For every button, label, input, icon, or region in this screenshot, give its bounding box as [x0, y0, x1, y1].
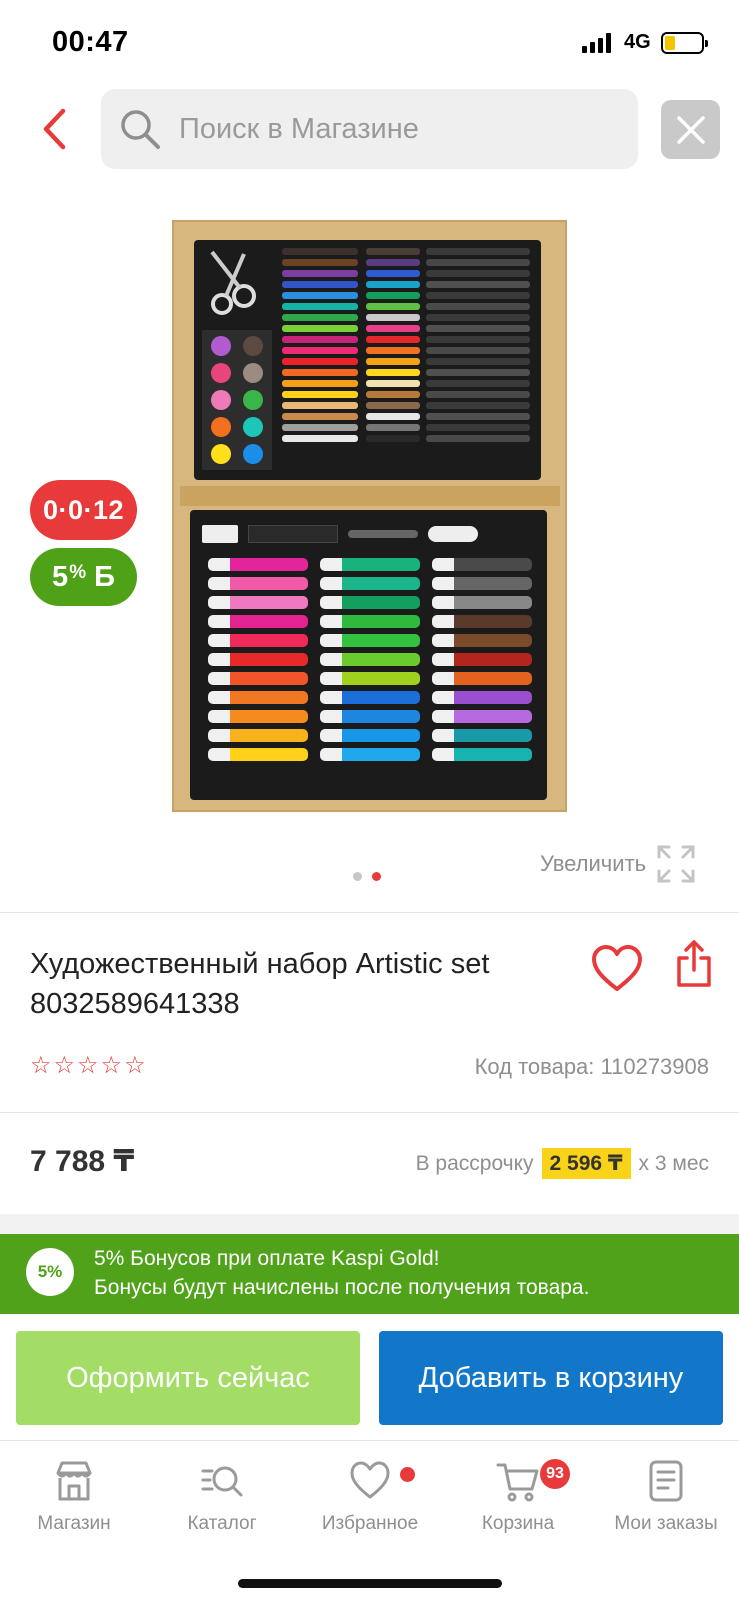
store-icon: [56, 1461, 92, 1501]
tab-store[interactable]: Магазин: [0, 1459, 148, 1535]
search-bar[interactable]: [101, 89, 638, 169]
tab-label: Избранное: [321, 1513, 419, 1534]
markers-column-2: [320, 558, 420, 761]
zoom-label: Увеличить: [540, 851, 647, 876]
installment-prefix: В рассрочку: [415, 1151, 534, 1175]
star-outline-icon: ☆: [30, 1052, 52, 1079]
catalog-search-icon: [201, 1466, 243, 1497]
battery-icon: [661, 32, 708, 54]
markers-column-1: [208, 558, 308, 761]
bonus-badge: 5% Б: [30, 548, 137, 606]
star-outline-icon: ☆: [53, 1052, 76, 1079]
favorite-button[interactable]: [590, 944, 644, 994]
promo-line-2: Бонусы будут начислены после получения т…: [94, 1276, 590, 1299]
share-icon: [677, 940, 711, 987]
product-price: 7 788 ₸: [30, 1145, 135, 1178]
tab-catalog[interactable]: Каталог: [148, 1459, 296, 1535]
installment-suffix: х 3 мес: [638, 1151, 709, 1175]
cellular-signal-icon: [582, 33, 611, 53]
case-hinge: [180, 486, 560, 506]
zoom-button[interactable]: Увеличить: [540, 844, 696, 884]
wax-crayons: [426, 248, 530, 442]
star-outline-icon: ☆: [100, 1052, 123, 1079]
promo-text: 5% Бонусов при оплате Kaspi Gold! Бонусы…: [94, 1244, 589, 1302]
product-sku: Код товара: 110273908: [474, 1054, 709, 1079]
watercolor-palette: [202, 330, 272, 470]
bottom-tab-bar: Магазин Каталог Избранное Корзина 93 Мои…: [0, 1440, 739, 1600]
kaspi-gold-promo: 5% 5% Бонусов при оплате Kaspi Gold! Бон…: [0, 1234, 739, 1314]
search-icon: [121, 110, 160, 149]
rating-stars: ☆ ☆ ☆ ☆ ☆: [30, 1054, 146, 1078]
accessories-row: [202, 522, 532, 546]
heart-icon: [350, 1461, 390, 1499]
status-time: 00:47: [52, 26, 129, 58]
tab-label: Корзина: [481, 1513, 555, 1534]
status-bar: 00:47 4G: [0, 0, 739, 88]
share-button[interactable]: [676, 940, 712, 988]
oil-pastels: [366, 248, 420, 442]
back-button[interactable]: [34, 102, 74, 156]
star-outline-icon: ☆: [77, 1052, 99, 1079]
star-outline-icon: ☆: [124, 1052, 146, 1079]
installment-badge: 0·0·12: [30, 480, 137, 540]
cart-count-badge: 93: [540, 1459, 570, 1489]
chevron-left-icon: [43, 108, 66, 150]
promo-line-1: 5% Бонусов при оплате Kaspi Gold!: [94, 1247, 440, 1270]
close-search-button[interactable]: [661, 100, 720, 159]
product-image[interactable]: [172, 220, 567, 812]
close-icon: [676, 115, 705, 144]
section-separator: [0, 1214, 739, 1234]
buy-now-button[interactable]: Оформить сейчас: [16, 1331, 360, 1425]
bonus-badge-currency: Б: [94, 560, 115, 593]
gallery-dot-active[interactable]: [372, 872, 381, 881]
tray-crayons: [194, 240, 541, 480]
gallery-dot[interactable]: [353, 872, 362, 881]
action-bar: Оформить сейчас Добавить в корзину: [0, 1314, 739, 1440]
promo-percent-badge: 5%: [26, 1248, 74, 1296]
bonus-badge-percent: 5: [52, 560, 69, 593]
divider: [0, 1112, 739, 1113]
network-type: 4G: [624, 31, 651, 53]
orders-icon: [649, 1460, 683, 1502]
search-input[interactable]: [179, 112, 599, 146]
gallery-pagination: [353, 872, 381, 881]
heart-icon: [592, 945, 642, 991]
divider: [0, 912, 739, 913]
tab-label: Каталог: [187, 1513, 257, 1534]
tab-label: Магазин: [37, 1513, 111, 1534]
product-title: Художественный набор Artistic set 803258…: [30, 948, 490, 1020]
tab-cart[interactable]: Корзина 93: [444, 1459, 592, 1535]
bonus-badge-percent-sign: %: [69, 562, 87, 583]
tray-markers: [190, 510, 547, 800]
favorites-notification-dot: [400, 1467, 415, 1482]
scissors-illustration: [210, 250, 256, 315]
cart-icon: [496, 1463, 539, 1502]
home-indicator[interactable]: [238, 1579, 502, 1588]
colored-pencils: [282, 248, 358, 442]
installment-info: В рассрочку 2 596 ₸ х 3 мес: [416, 1148, 709, 1179]
tab-my-orders[interactable]: Мои заказы: [592, 1459, 739, 1535]
tab-label: Мои заказы: [614, 1513, 718, 1534]
add-to-cart-button[interactable]: Добавить в корзину: [379, 1331, 723, 1425]
tab-favorites[interactable]: Избранное: [296, 1459, 444, 1535]
markers-column-3: [432, 558, 532, 761]
installment-amount: 2 596 ₸: [541, 1148, 631, 1179]
expand-icon: [657, 845, 695, 883]
